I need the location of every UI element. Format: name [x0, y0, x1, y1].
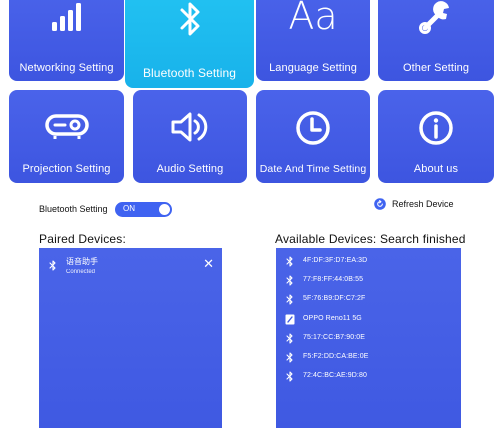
- signal-bars-icon: [9, 0, 124, 34]
- tile-networking-setting[interactable]: Networking Setting: [9, 0, 124, 81]
- tile-projection-setting[interactable]: Projection Setting: [9, 90, 124, 183]
- bluetooth-icon: [284, 333, 296, 344]
- tile-label: Date And Time Setting: [259, 163, 367, 175]
- toggle-state-label: ON: [123, 204, 135, 213]
- bluetooth-icon: [125, 0, 254, 40]
- tile-label: About us: [413, 163, 459, 175]
- refresh-device-label: Refresh Device: [392, 199, 454, 209]
- paired-device-item[interactable]: 语音助手 Connected ✕: [47, 254, 214, 280]
- bluetooth-toggle[interactable]: ON: [115, 202, 172, 217]
- tile-language-setting[interactable]: Aa Language Setting: [256, 0, 370, 81]
- available-device-name: 75:17:CC:B7:90:0E: [303, 333, 366, 341]
- available-devices-panel: 4F:DF:3F:D7:EA:3D 77:F8:FF:44:0B:55 5F:76:…: [276, 248, 461, 428]
- available-device-name: 77:F8:FF:44:0B:55: [303, 276, 364, 284]
- tile-label: Networking Setting: [19, 62, 114, 74]
- paired-devices-panel: 语音助手 Connected ✕: [39, 248, 222, 428]
- clock-icon: [256, 110, 370, 146]
- tile-label: Bluetooth Setting: [142, 66, 237, 80]
- available-device-name: OPPO Reno11 5G: [303, 314, 362, 322]
- language-icon: Aa: [288, 0, 338, 38]
- tile-other-setting[interactable]: Other Setting: [378, 0, 494, 81]
- tile-about-us[interactable]: About us: [378, 90, 494, 183]
- close-icon[interactable]: ✕: [203, 257, 214, 270]
- refresh-icon: [374, 198, 386, 210]
- phone-icon: [284, 314, 296, 325]
- speaker-icon: [133, 110, 247, 144]
- bluetooth-icon: [284, 371, 296, 382]
- wrench-icon: [378, 0, 494, 34]
- tile-bluetooth-setting[interactable]: Bluetooth Setting: [125, 0, 254, 88]
- paired-device-status: Connected: [66, 269, 96, 275]
- available-device-name: 5F:76:B9:DF:C7:2F: [303, 295, 366, 303]
- bluetooth-icon: [284, 294, 296, 305]
- available-device-name: F5:F2:DD:CA:BE:0E: [303, 353, 369, 360]
- bluetooth-setting-label: Bluetooth Setting: [39, 204, 108, 214]
- tile-label: Projection Setting: [22, 163, 111, 175]
- tile-label: Language Setting: [269, 62, 357, 74]
- available-device-name: 72:4C:BC:AE:9D:80: [303, 372, 367, 380]
- bluetooth-icon: [284, 275, 296, 286]
- toggle-knob: [159, 204, 170, 215]
- refresh-device-button[interactable]: Refresh Device: [374, 198, 454, 210]
- available-devices-title: Available Devices: Search finished: [275, 232, 466, 246]
- bluetooth-icon: [49, 258, 57, 276]
- tile-audio-setting[interactable]: Audio Setting: [133, 90, 247, 183]
- bluetooth-icon: [284, 352, 296, 363]
- tile-date-time-setting[interactable]: Date And Time Setting: [256, 90, 370, 183]
- info-icon: [378, 110, 494, 146]
- tile-label: Audio Setting: [156, 163, 224, 175]
- paired-devices-title: Paired Devices:: [39, 232, 127, 246]
- available-device-name: 4F:DF:3F:D7:EA:3D: [303, 257, 368, 264]
- bluetooth-icon: [284, 256, 296, 267]
- paired-device-name: 语音助手: [66, 257, 98, 266]
- projector-icon: [9, 112, 124, 140]
- tile-label: Other Setting: [402, 62, 470, 74]
